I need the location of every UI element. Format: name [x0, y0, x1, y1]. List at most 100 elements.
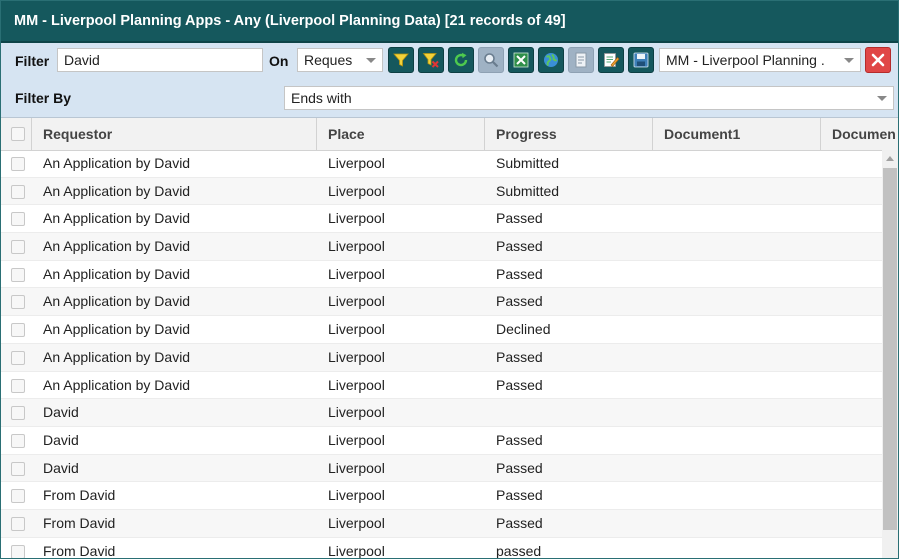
place-cell: Liverpool: [328, 238, 385, 255]
table-row[interactable]: From David Liverpool Passed: [1, 509, 882, 538]
table-row[interactable]: An Application by David Liverpool Submitte…: [1, 150, 882, 178]
row-checkbox[interactable]: [11, 157, 25, 171]
table-row[interactable]: David Liverpool Passed: [1, 427, 882, 455]
requestor-cell: An Application by David: [43, 293, 191, 310]
progress-cell: Passed: [496, 459, 543, 476]
row-checkbox[interactable]: [11, 461, 25, 476]
select-all-cell: [1, 118, 32, 150]
place-cell: Liverpool: [328, 348, 385, 365]
search-icon: [484, 53, 499, 68]
place-cell: Liverpool: [328, 487, 385, 504]
progress-cell: passed: [496, 542, 542, 558]
apply-filter-button[interactable]: [388, 47, 414, 73]
globe-icon: [544, 53, 558, 67]
row-checkbox[interactable]: [11, 267, 25, 282]
saved-view-select[interactable]: MM - Liverpool Planning .: [659, 48, 861, 72]
progress-cell: Passed: [496, 348, 543, 365]
place-cell: Liverpool: [328, 293, 385, 310]
close-button[interactable]: [865, 47, 891, 73]
row-checkbox[interactable]: [11, 544, 25, 558]
filter-by-select[interactable]: Ends with: [284, 86, 894, 110]
row-checkbox[interactable]: [11, 406, 25, 421]
filter-field-select[interactable]: Reques: [297, 48, 383, 72]
window-title: MM - Liverpool Planning Apps - Any (Live…: [1, 1, 898, 43]
requestor-cell: An Application by David: [43, 182, 191, 199]
table-row[interactable]: An Application by David Liverpool Passed: [1, 372, 882, 400]
progress-cell: Passed: [496, 431, 543, 448]
scrollbar-thumb[interactable]: [883, 168, 897, 530]
excel-icon: [513, 52, 529, 68]
row-checkbox[interactable]: [11, 240, 25, 255]
requestor-cell: David: [43, 459, 79, 476]
clear-filter-icon: [422, 53, 439, 68]
select-all-checkbox[interactable]: [11, 127, 25, 141]
row-checkbox[interactable]: [11, 323, 25, 338]
column-header-place[interactable]: Place: [317, 118, 485, 150]
requestor-cell: An Application by David: [43, 210, 191, 227]
requestor-cell: From David: [43, 514, 116, 531]
save-button[interactable]: [628, 47, 654, 73]
table-row[interactable]: An Application by David Liverpool Declined: [1, 316, 882, 344]
filter-toolbar: Filter On Reques: [1, 43, 898, 79]
row-checkbox[interactable]: [11, 184, 25, 199]
place-cell: Liverpool: [328, 431, 385, 448]
place-cell: Liverpool: [328, 376, 385, 393]
row-checkbox[interactable]: [11, 295, 25, 310]
filter-icon: [393, 53, 409, 67]
table-row[interactable]: An Application by David Liverpool Passed: [1, 288, 882, 317]
filter-by-bar: Filter By Ends with: [1, 79, 898, 118]
document-button[interactable]: [568, 47, 594, 73]
progress-cell: Submitted: [496, 155, 560, 171]
table-row[interactable]: An Application by David Liverpool Passed: [1, 205, 882, 234]
refresh-icon: [454, 52, 468, 67]
requestor-cell: An Application by David: [43, 155, 191, 171]
place-cell: Liverpool: [328, 459, 385, 476]
table-row[interactable]: David Liverpool Passed: [1, 454, 882, 483]
place-cell: Liverpool: [328, 210, 385, 227]
progress-cell: Passed: [496, 238, 543, 255]
progress-cell: Passed: [496, 293, 543, 310]
row-checkbox[interactable]: [11, 212, 25, 227]
table-row[interactable]: David Liverpool: [1, 399, 882, 427]
column-header-document2[interactable]: Documen: [821, 118, 898, 150]
place-cell: Liverpool: [328, 265, 385, 282]
table-row[interactable]: An Application by David Liverpool Passed: [1, 233, 882, 261]
grid-body: An Application by David Liverpool Submitte…: [1, 150, 882, 558]
table-row[interactable]: From David Liverpool Passed: [1, 482, 882, 510]
place-cell: Liverpool: [328, 155, 385, 171]
edit-button[interactable]: [598, 47, 624, 73]
table-row[interactable]: An Application by David Liverpool Submitte…: [1, 177, 882, 206]
clear-filter-button[interactable]: [418, 47, 444, 73]
app-window: MM - Liverpool Planning Apps - Any (Live…: [0, 0, 899, 559]
row-checkbox[interactable]: [11, 350, 25, 365]
export-excel-button[interactable]: [508, 47, 534, 73]
progress-cell: Declined: [496, 321, 551, 338]
filter-label: Filter: [15, 53, 50, 69]
map-button[interactable]: [538, 47, 564, 73]
progress-cell: Passed: [496, 265, 543, 282]
requestor-cell: An Application by David: [43, 265, 191, 282]
search-button[interactable]: [478, 47, 504, 73]
filter-by-value: Ends with: [291, 90, 352, 106]
row-checkbox[interactable]: [11, 433, 25, 448]
column-header-document1[interactable]: Document1: [653, 118, 821, 150]
table-row[interactable]: An Application by David Liverpool Passed: [1, 261, 882, 289]
document-icon: [575, 52, 587, 68]
progress-cell: Passed: [496, 514, 543, 531]
requestor-cell: From David: [43, 542, 116, 558]
row-checkbox[interactable]: [11, 378, 25, 393]
refresh-button[interactable]: [448, 47, 474, 73]
column-header-progress[interactable]: Progress: [485, 118, 653, 150]
vertical-scrollbar[interactable]: [882, 150, 898, 558]
requestor-cell: An Application by David: [43, 321, 191, 338]
chevron-down-icon: [844, 58, 854, 63]
table-row[interactable]: An Application by David Liverpool Passed: [1, 343, 882, 372]
row-checkbox[interactable]: [11, 489, 25, 504]
column-header-requestor[interactable]: Requestor: [32, 118, 317, 150]
filter-input[interactable]: [57, 48, 263, 72]
place-cell: Liverpool: [328, 321, 385, 338]
scroll-up-icon[interactable]: [886, 156, 894, 161]
row-checkbox[interactable]: [11, 516, 25, 531]
table-row[interactable]: From David Liverpool passed: [1, 538, 882, 558]
requestor-cell: David: [43, 431, 79, 448]
